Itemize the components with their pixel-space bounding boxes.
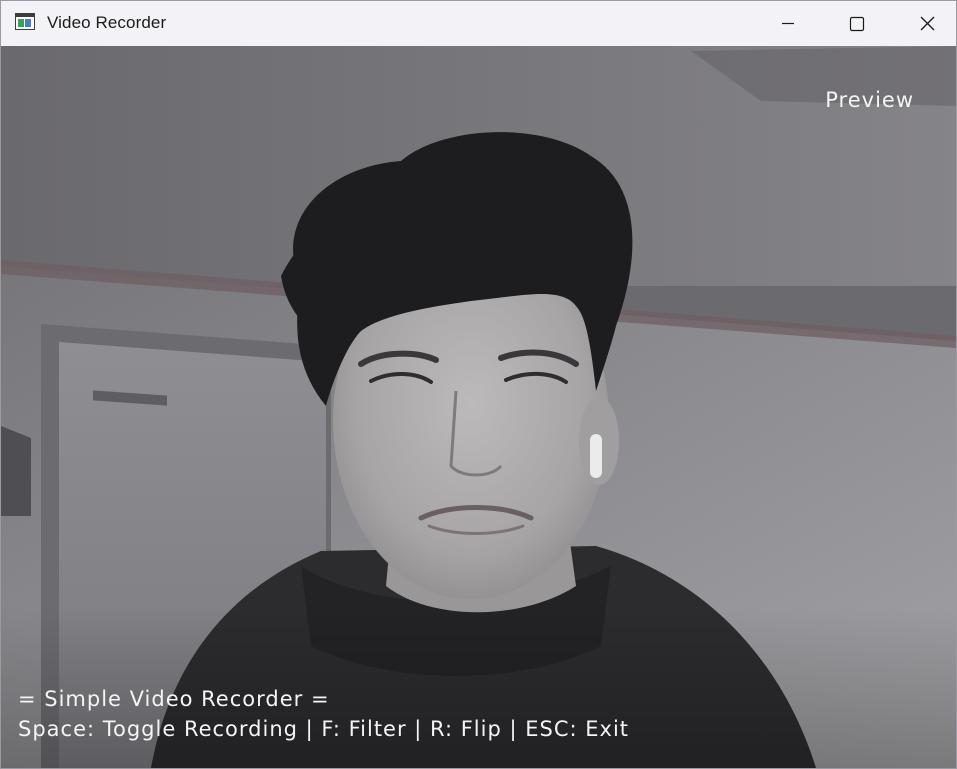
video-preview: Preview = Simple Video Recorder = Space:…: [1, 46, 956, 768]
close-button[interactable]: [892, 1, 956, 46]
minimize-button[interactable]: [752, 1, 822, 46]
title-bar[interactable]: Video Recorder: [1, 1, 956, 46]
camera-frame: [1, 46, 956, 768]
minimize-icon: [782, 22, 794, 25]
app-window: Video Recorder Preview = Simple Video Re…: [0, 0, 957, 769]
app-heading-overlay: = Simple Video Recorder =: [18, 687, 330, 711]
recording-mode-label: Preview: [825, 88, 914, 112]
close-icon: [920, 16, 935, 31]
maximize-button[interactable]: [822, 1, 892, 46]
window-title: Video Recorder: [47, 13, 167, 32]
shortcut-help-overlay: Space: Toggle Recording | F: Filter | R:…: [18, 717, 630, 741]
maximize-icon: [849, 16, 865, 32]
app-window-icon: [15, 13, 35, 30]
